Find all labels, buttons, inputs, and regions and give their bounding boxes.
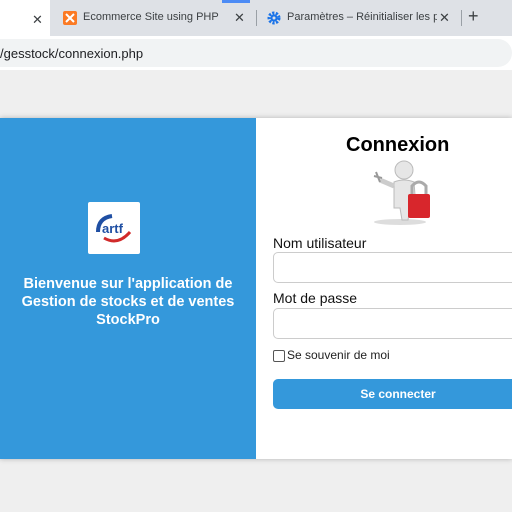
tab-label: Paramètres – Réinitialiser les pa (287, 11, 437, 23)
close-tab-icon[interactable]: ✕ (234, 10, 245, 26)
browser-toolbar: /gesstock/connexion.php (0, 36, 512, 70)
login-button[interactable]: Se connecter (273, 379, 512, 409)
address-bar[interactable]: /gesstock/connexion.php (0, 39, 512, 67)
tab-label: Ecommerce Site using PHP (83, 11, 219, 23)
close-tab-icon[interactable]: ✕ (32, 12, 43, 28)
username-field[interactable] (273, 252, 512, 283)
password-field[interactable] (273, 308, 512, 339)
tab-active[interactable]: ✕ (0, 0, 50, 38)
company-logo: artf (88, 202, 140, 254)
tab-parametres[interactable]: Paramètres – Réinitialiser les pa ✕ (257, 0, 460, 36)
close-tab-icon[interactable]: ✕ (439, 10, 450, 26)
gear-icon (267, 11, 281, 25)
login-card: artf Bienvenue sur l'application de Gest… (0, 118, 512, 459)
welcome-text: Bienvenue sur l'application de Gestion d… (21, 276, 235, 328)
password-label: Mot de passe (273, 290, 358, 306)
welcome-panel: artf Bienvenue sur l'application de Gest… (0, 118, 256, 459)
new-tab-button[interactable]: + (468, 6, 479, 27)
page-title: Connexion (346, 134, 450, 156)
remember-me-label[interactable]: Se souvenir de moi (287, 348, 390, 362)
lock-person-illustration (373, 160, 430, 225)
xampp-icon (63, 11, 77, 25)
artf-logo-icon: artf (96, 214, 132, 243)
url-text[interactable]: /gesstock/connexion.php (0, 46, 143, 61)
remember-me-checkbox[interactable] (273, 350, 285, 362)
browser-tabstrip: ✕ Ecommerce Site using PHP ✕ Paramètres … (0, 0, 512, 38)
tab-ecommerce[interactable]: Ecommerce Site using PHP ✕ (50, 0, 255, 36)
username-label: Nom utilisateur (273, 235, 367, 251)
svg-text:artf: artf (102, 221, 124, 236)
login-form-panel: Connexion Nom utilisateur Mot de passe S… (256, 118, 512, 459)
tab-divider (461, 10, 462, 26)
